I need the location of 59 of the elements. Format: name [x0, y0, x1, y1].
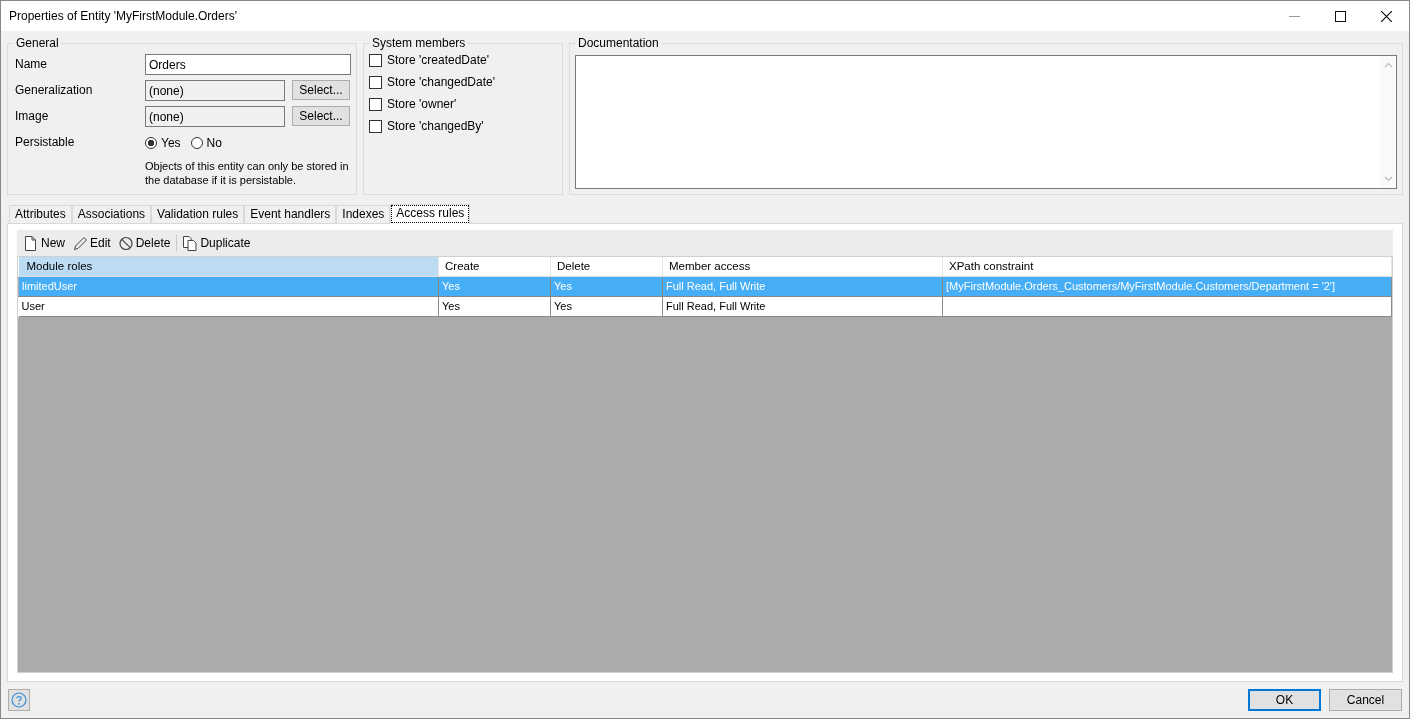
scroll-up-icon — [1383, 62, 1393, 68]
dialog-button[interactable]: OK — [1248, 689, 1321, 711]
column-header[interactable]: Delete — [550, 257, 663, 276]
checkbox-label[interactable]: Store 'changedDate' — [387, 75, 495, 89]
checkbox[interactable] — [369, 53, 382, 67]
tab[interactable]: Associations — [71, 205, 152, 223]
table-cell: [MyFirstModule.Orders_Customers/MyFirstModule.Customers/Department = '2'] — [942, 276, 1392, 296]
radio-button[interactable] — [190, 136, 203, 149]
table-cell: Full Read, Full Write — [662, 296, 943, 316]
pencil-icon — [73, 235, 87, 251]
readonly-field[interactable]: (none) — [145, 106, 285, 127]
radio-label[interactable]: Yes — [161, 135, 181, 150]
tab[interactable]: Attributes — [9, 205, 72, 223]
dialog-button[interactable]: Cancel — [1329, 689, 1402, 711]
help-text: Objects of this entity can only be stored in the database if it is persistable. — [145, 159, 350, 187]
select-button[interactable]: Select... — [292, 80, 350, 100]
group-label: General — [14, 36, 61, 50]
column-header[interactable]: Module roles — [18, 257, 439, 276]
radio-button[interactable] — [145, 136, 157, 149]
group-label: System members — [370, 36, 468, 50]
checkbox[interactable] — [369, 75, 382, 89]
table-cell: Yes — [438, 296, 551, 316]
column-header[interactable]: Member access — [662, 257, 943, 276]
tab[interactable]: Access rules — [390, 204, 471, 224]
group-label: Documentation — [576, 36, 661, 50]
tab[interactable]: Event handlers — [244, 205, 337, 223]
tab[interactable]: Validation rules — [151, 205, 245, 223]
table-cell: Yes — [550, 296, 663, 316]
table-cell: limitedUser — [18, 276, 439, 296]
document-icon — [24, 235, 38, 251]
toolbar-button[interactable]: Delete — [115, 232, 174, 254]
checkbox[interactable] — [369, 119, 382, 133]
toolbar-button[interactable]: New — [21, 232, 68, 254]
prohibited-icon — [118, 235, 133, 251]
checkbox-label[interactable]: Store 'owner' — [387, 97, 457, 111]
name-field[interactable]: Orders — [145, 54, 351, 75]
field-label: Persistable — [15, 134, 76, 151]
table-cell: User — [18, 296, 439, 316]
field-label: Name — [15, 56, 48, 73]
close-icon — [1380, 10, 1392, 22]
help-icon — [11, 692, 27, 708]
checkbox-label[interactable]: Store 'createdDate' — [387, 53, 489, 67]
radio-label[interactable]: No — [206, 135, 222, 150]
field-label: Generalization — [15, 82, 94, 99]
scrollbar[interactable] — [1380, 56, 1396, 188]
readonly-field[interactable]: (none) — [145, 80, 285, 101]
column-header[interactable]: XPath constraint — [942, 257, 1392, 276]
toolbar-button[interactable]: Duplicate — [180, 232, 254, 254]
select-button[interactable]: Select... — [292, 106, 350, 126]
checkbox-label[interactable]: Store 'changedBy' — [387, 119, 484, 133]
window-title: Properties of Entity 'MyFirstModule.Orders' — [9, 9, 237, 23]
checkbox[interactable] — [369, 97, 382, 111]
maximize-icon — [1334, 10, 1346, 22]
column-header[interactable]: Create — [438, 257, 551, 276]
field-label: Image — [15, 108, 50, 125]
toolbar-button[interactable]: Edit — [70, 232, 114, 254]
scroll-down-icon — [1383, 176, 1393, 182]
copy-icon — [183, 235, 198, 251]
tab[interactable]: Indexes — [336, 205, 391, 223]
